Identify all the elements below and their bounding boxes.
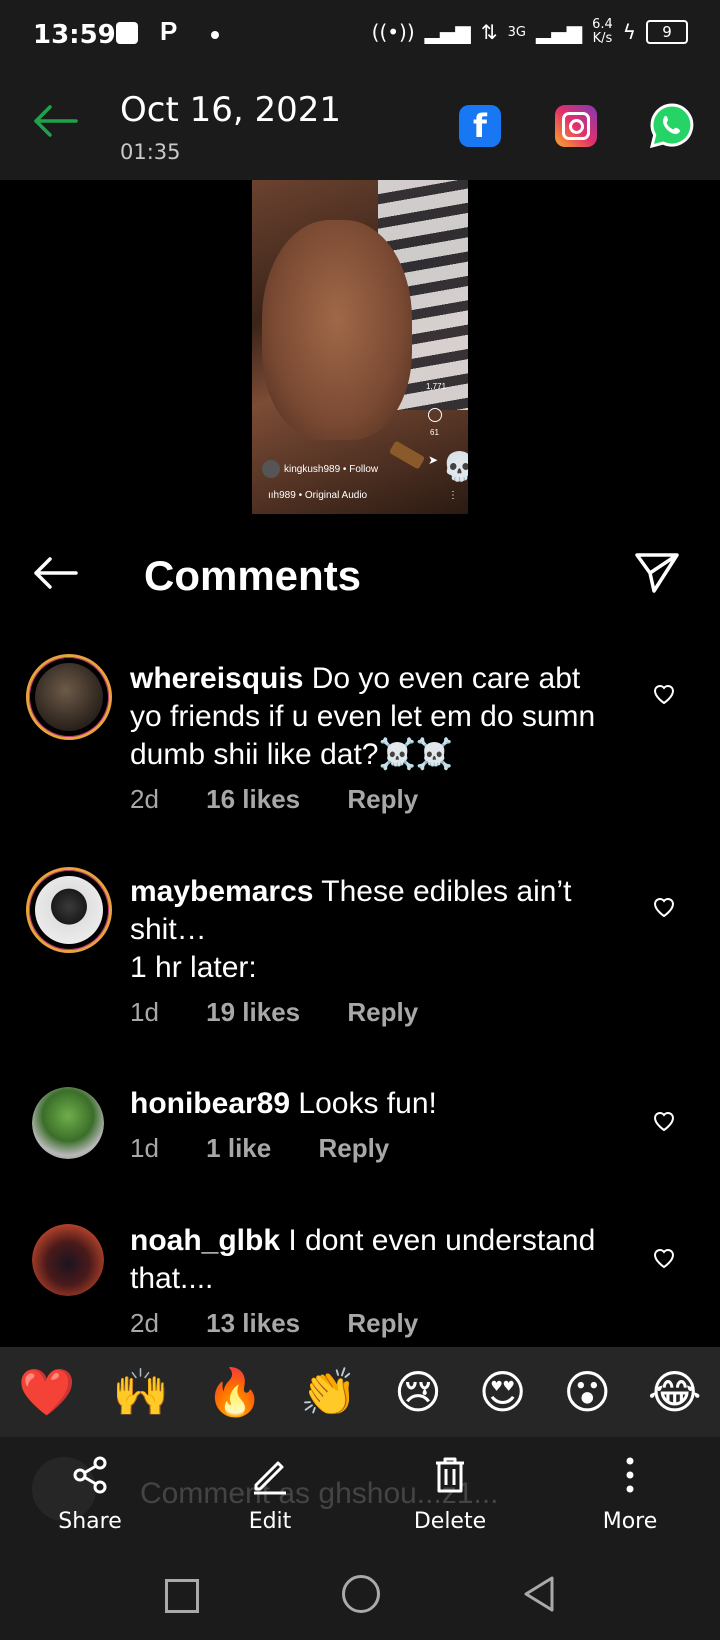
- back-arrow-icon[interactable]: [32, 104, 78, 143]
- network-type: 3G: [507, 24, 526, 40]
- emoji-quick-bar: ❤️ 🙌 🔥 👏 😢 😍 😮 😂: [0, 1347, 720, 1437]
- share-button[interactable]: Share: [10, 1437, 170, 1557]
- reply-button[interactable]: Reply: [347, 784, 418, 814]
- comment-age: 1d: [130, 1133, 159, 1163]
- emoji-clap[interactable]: 👏: [300, 1365, 357, 1420]
- comment-likes[interactable]: 13 likes: [206, 1308, 300, 1338]
- like-heart-icon[interactable]: [652, 895, 676, 919]
- dot-icon: [211, 31, 219, 39]
- reply-button[interactable]: Reply: [347, 1308, 418, 1338]
- like-heart-icon[interactable]: [652, 1109, 676, 1133]
- data-arrows-icon: ⇅: [480, 20, 498, 44]
- comment-likes[interactable]: 16 likes: [206, 784, 300, 814]
- avatar[interactable]: [32, 1224, 104, 1296]
- facebook-icon[interactable]: f: [459, 105, 501, 147]
- comment-age: 1d: [130, 997, 159, 1027]
- video-comments: 61: [430, 428, 439, 437]
- comment-age: 2d: [130, 784, 159, 814]
- comment-username[interactable]: honibear89: [130, 1087, 290, 1120]
- video-face: [262, 220, 412, 440]
- trash-icon: [436, 1457, 464, 1493]
- emoji-surprised[interactable]: 😮: [563, 1365, 611, 1419]
- avatar[interactable]: [32, 1087, 104, 1159]
- comment-username[interactable]: maybemarcs: [130, 875, 313, 908]
- more-button[interactable]: More: [550, 1437, 710, 1557]
- pencil-icon: [254, 1461, 286, 1495]
- comment-age: 2d: [130, 1308, 159, 1338]
- signal-2-icon: ▂▄▆: [535, 20, 583, 44]
- video-thumbnail[interactable]: 1,771 61 ➤ 💀 kingkush989 • Follow ııh989…: [252, 180, 468, 514]
- edit-button[interactable]: Edit: [190, 1437, 350, 1557]
- video-user: kingkush989 • Follow: [284, 464, 379, 475]
- whatsapp-icon[interactable]: [648, 102, 696, 155]
- video-comment-icon: [428, 408, 442, 422]
- battery-icon: 9: [646, 20, 688, 44]
- delete-label: Delete: [413, 1509, 487, 1534]
- header-date: Oct 16, 2021: [120, 90, 341, 130]
- system-nav-bar: [0, 1557, 720, 1640]
- status-indicators: ((•)) ▂▄▆ ⇅ 3G ▂▄▆ 6.4 K/s ϟ 9: [372, 18, 688, 46]
- video-more-icon: ⋮: [448, 490, 458, 501]
- status-time: 13:59: [33, 20, 116, 50]
- emoji-fire[interactable]: 🔥: [206, 1365, 263, 1420]
- emoji-heart-eyes[interactable]: 😍: [479, 1365, 527, 1419]
- home-icon[interactable]: [342, 1575, 380, 1613]
- speed-indicator: 6.4 K/s: [592, 17, 613, 46]
- like-heart-icon[interactable]: [652, 682, 676, 706]
- delete-button[interactable]: Delete: [370, 1437, 530, 1557]
- comment-likes[interactable]: 19 likes: [206, 997, 300, 1027]
- more-vertical-icon: [626, 1457, 634, 1493]
- comments-back-arrow-icon[interactable]: [32, 556, 78, 595]
- avatar[interactable]: [26, 654, 112, 740]
- emoji-laugh[interactable]: 😂: [648, 1365, 702, 1419]
- video-audio: ııh989 • Original Audio: [268, 490, 368, 501]
- comment-username[interactable]: noah_glbk: [130, 1224, 280, 1257]
- notification-icon: [116, 22, 138, 44]
- comment-likes[interactable]: 1 like: [206, 1133, 271, 1163]
- video-likes: 1,771: [426, 382, 447, 391]
- emoji-cry[interactable]: 😢: [394, 1365, 442, 1419]
- like-heart-icon[interactable]: [652, 1246, 676, 1270]
- send-icon[interactable]: [634, 552, 680, 599]
- hotspot-icon: ((•)): [371, 20, 415, 44]
- reply-button[interactable]: Reply: [347, 997, 418, 1027]
- share-label: Share: [58, 1509, 122, 1534]
- charging-icon: ϟ: [622, 20, 636, 44]
- reply-button[interactable]: Reply: [318, 1133, 389, 1163]
- avatar[interactable]: [26, 867, 112, 953]
- comments-title: Comments: [144, 552, 362, 599]
- coffin-emoji: [388, 440, 426, 470]
- recents-icon[interactable]: [165, 1579, 199, 1613]
- action-bar: Comment as ghshou...z1... Share Edit Del…: [0, 1437, 720, 1557]
- emoji-heart[interactable]: ❤️: [18, 1365, 75, 1420]
- signal-icon: ▂▄▆: [424, 20, 471, 44]
- back-triangle-icon[interactable]: [522, 1575, 556, 1618]
- emoji-raised-hands[interactable]: 🙌: [112, 1365, 169, 1420]
- skull-emoji: 💀: [442, 451, 468, 482]
- edit-label: Edit: [248, 1509, 292, 1534]
- comment-text-line2: 1 hr later:: [130, 951, 257, 984]
- header-time: 01:35: [120, 140, 181, 164]
- p-app-icon: P: [160, 16, 178, 46]
- more-label: More: [602, 1509, 658, 1534]
- video-send-icon: ➤: [428, 453, 439, 467]
- instagram-icon[interactable]: [555, 105, 597, 147]
- comment-username[interactable]: whereisquis: [130, 662, 303, 695]
- header-bar: [0, 74, 720, 180]
- video-user-avatar: [262, 460, 280, 478]
- share-icon: [73, 1456, 107, 1494]
- comment-text: Looks fun!: [298, 1087, 437, 1120]
